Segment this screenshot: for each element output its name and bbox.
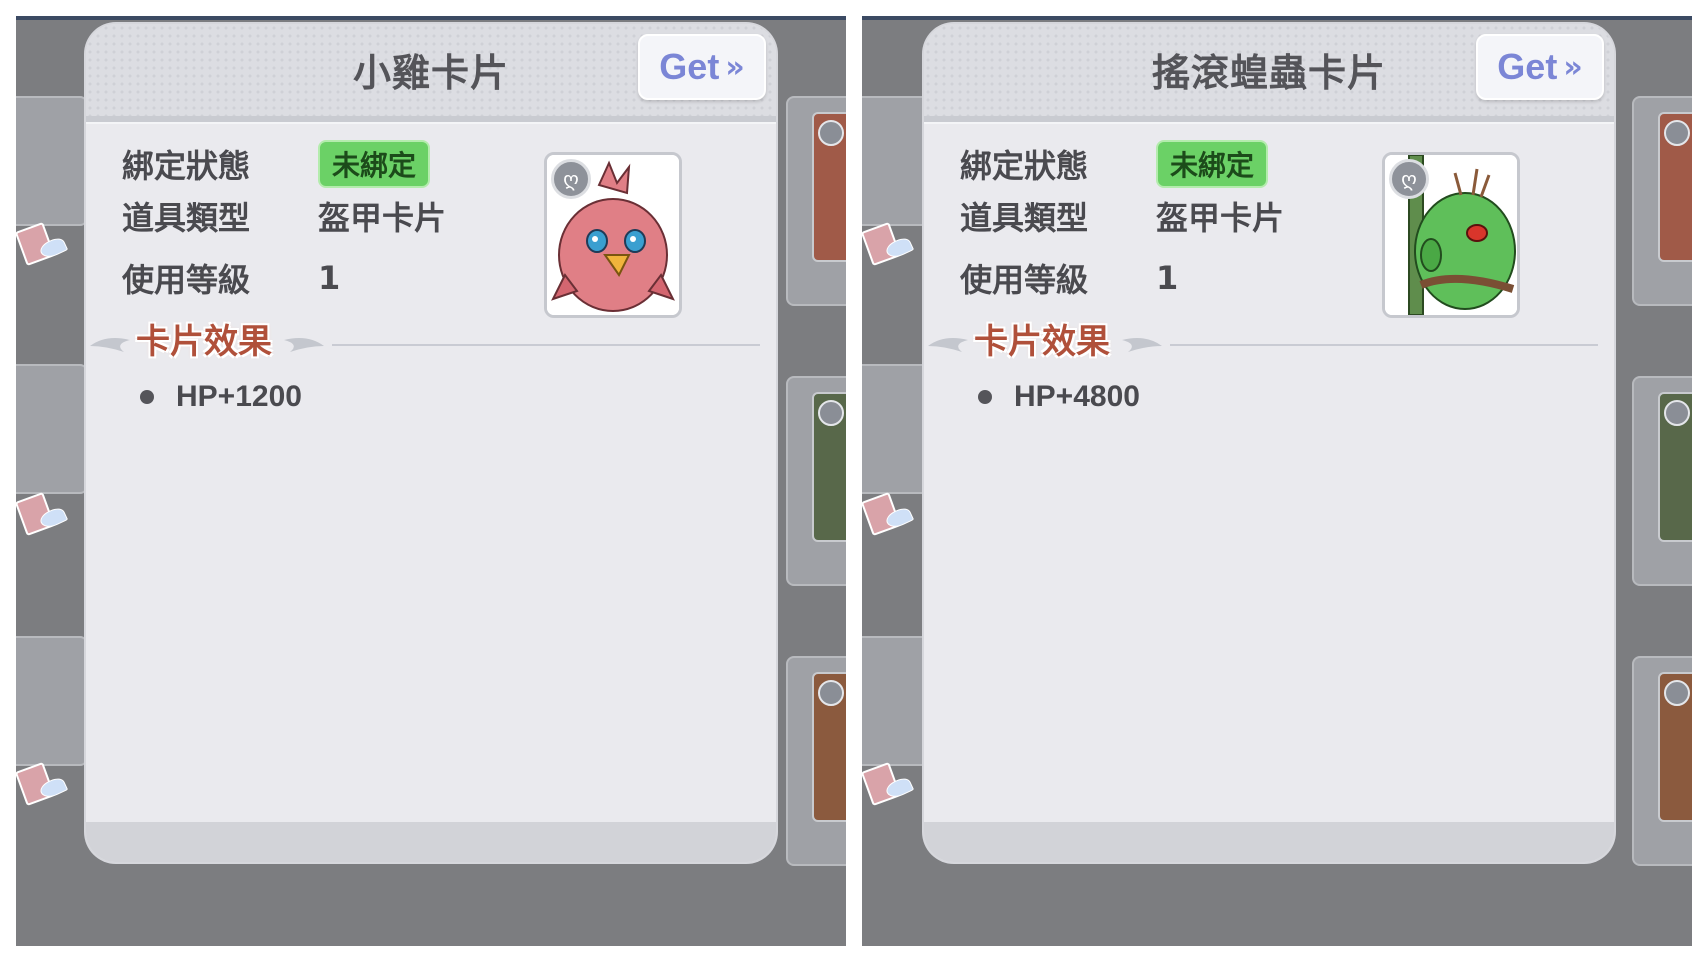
right-screenshot: 搖滾蝗蟲卡片 Get » 綁定狀態 未綁定 道具類型 盔甲卡片 使用等級 1 ღ	[862, 16, 1692, 946]
card-wing-icon	[16, 221, 69, 267]
card-thumbnail	[1658, 392, 1692, 542]
panel-header: 小雞卡片 Get »	[86, 24, 776, 116]
item-type-value: 盔甲卡片	[1156, 199, 1285, 237]
card-thumbnail	[1658, 112, 1692, 262]
card-wing-icon	[862, 221, 915, 267]
card-thumbnail	[812, 672, 846, 822]
effect-text: HP+4800	[1014, 380, 1140, 413]
card-wing-icon	[862, 491, 915, 537]
card-thumbnail	[1658, 672, 1692, 822]
item-type-value: 盔甲卡片	[318, 199, 447, 237]
wing-ornament-icon	[90, 338, 130, 352]
wing-ornament-icon	[928, 338, 968, 352]
bind-state-label: 綁定狀態	[960, 147, 1089, 185]
section-title: 卡片效果	[974, 322, 1110, 362]
card-category-icon: ღ	[551, 159, 591, 199]
card-wing-icon	[16, 761, 69, 807]
double-chevron-right-icon: »	[725, 49, 745, 85]
item-type-label: 道具類型	[122, 199, 251, 237]
card-thumbnail	[812, 112, 846, 262]
effect-item: HP+1200	[140, 380, 302, 414]
background-slot	[16, 96, 88, 226]
card-wing-icon	[862, 761, 915, 807]
level-row: 使用等級 1	[960, 256, 1178, 300]
status-badge: 未綁定	[1156, 140, 1269, 188]
bind-state-row: 綁定狀態 未綁定	[960, 140, 1269, 188]
item-type-row: 道具類型 盔甲卡片	[960, 194, 1284, 238]
card-effect-section-header: 卡片效果	[86, 310, 760, 366]
bullet-icon	[140, 390, 154, 404]
level-row: 使用等級 1	[122, 256, 340, 300]
level-label: 使用等級	[122, 261, 251, 299]
card-image[interactable]: ღ	[1382, 152, 1520, 318]
panel-header: 搖滾蝗蟲卡片 Get »	[924, 24, 1614, 116]
get-label: Get	[659, 46, 720, 87]
card-thumbnail	[812, 392, 846, 542]
level-value: 1	[1156, 259, 1179, 297]
card-effect-section-header: 卡片效果	[924, 310, 1598, 366]
item-type-row: 道具類型 盔甲卡片	[122, 194, 446, 238]
section-title: 卡片效果	[136, 322, 272, 362]
status-badge: 未綁定	[318, 140, 431, 188]
level-value: 1	[318, 259, 341, 297]
background-slot	[16, 364, 88, 494]
bullet-icon	[978, 390, 992, 404]
card-detail-panel: 小雞卡片 Get » 綁定狀態 未綁定 道具類型 盔甲卡片 使用等級 1 ღ 卡…	[86, 24, 776, 862]
card-image[interactable]: ღ	[544, 152, 682, 318]
wing-ornament-icon	[284, 338, 324, 352]
wing-ornament-icon	[1122, 338, 1162, 352]
effect-text: HP+1200	[176, 380, 302, 413]
bind-state-row: 綁定狀態 未綁定	[122, 140, 431, 188]
get-button[interactable]: Get »	[1476, 34, 1604, 100]
effect-item: HP+4800	[978, 380, 1140, 414]
card-detail-panel: 搖滾蝗蟲卡片 Get » 綁定狀態 未綁定 道具類型 盔甲卡片 使用等級 1 ღ	[924, 24, 1614, 862]
get-label: Get	[1497, 46, 1558, 87]
get-button[interactable]: Get »	[638, 34, 766, 100]
card-wing-icon	[16, 491, 69, 537]
bind-state-label: 綁定狀態	[122, 147, 251, 185]
item-type-label: 道具類型	[960, 199, 1089, 237]
background-slot	[16, 636, 88, 766]
card-category-icon: ღ	[1389, 159, 1429, 199]
double-chevron-right-icon: »	[1563, 49, 1583, 85]
level-label: 使用等級	[960, 261, 1089, 299]
left-screenshot: 小雞卡片 Get » 綁定狀態 未綁定 道具類型 盔甲卡片 使用等級 1 ღ 卡…	[16, 16, 846, 946]
